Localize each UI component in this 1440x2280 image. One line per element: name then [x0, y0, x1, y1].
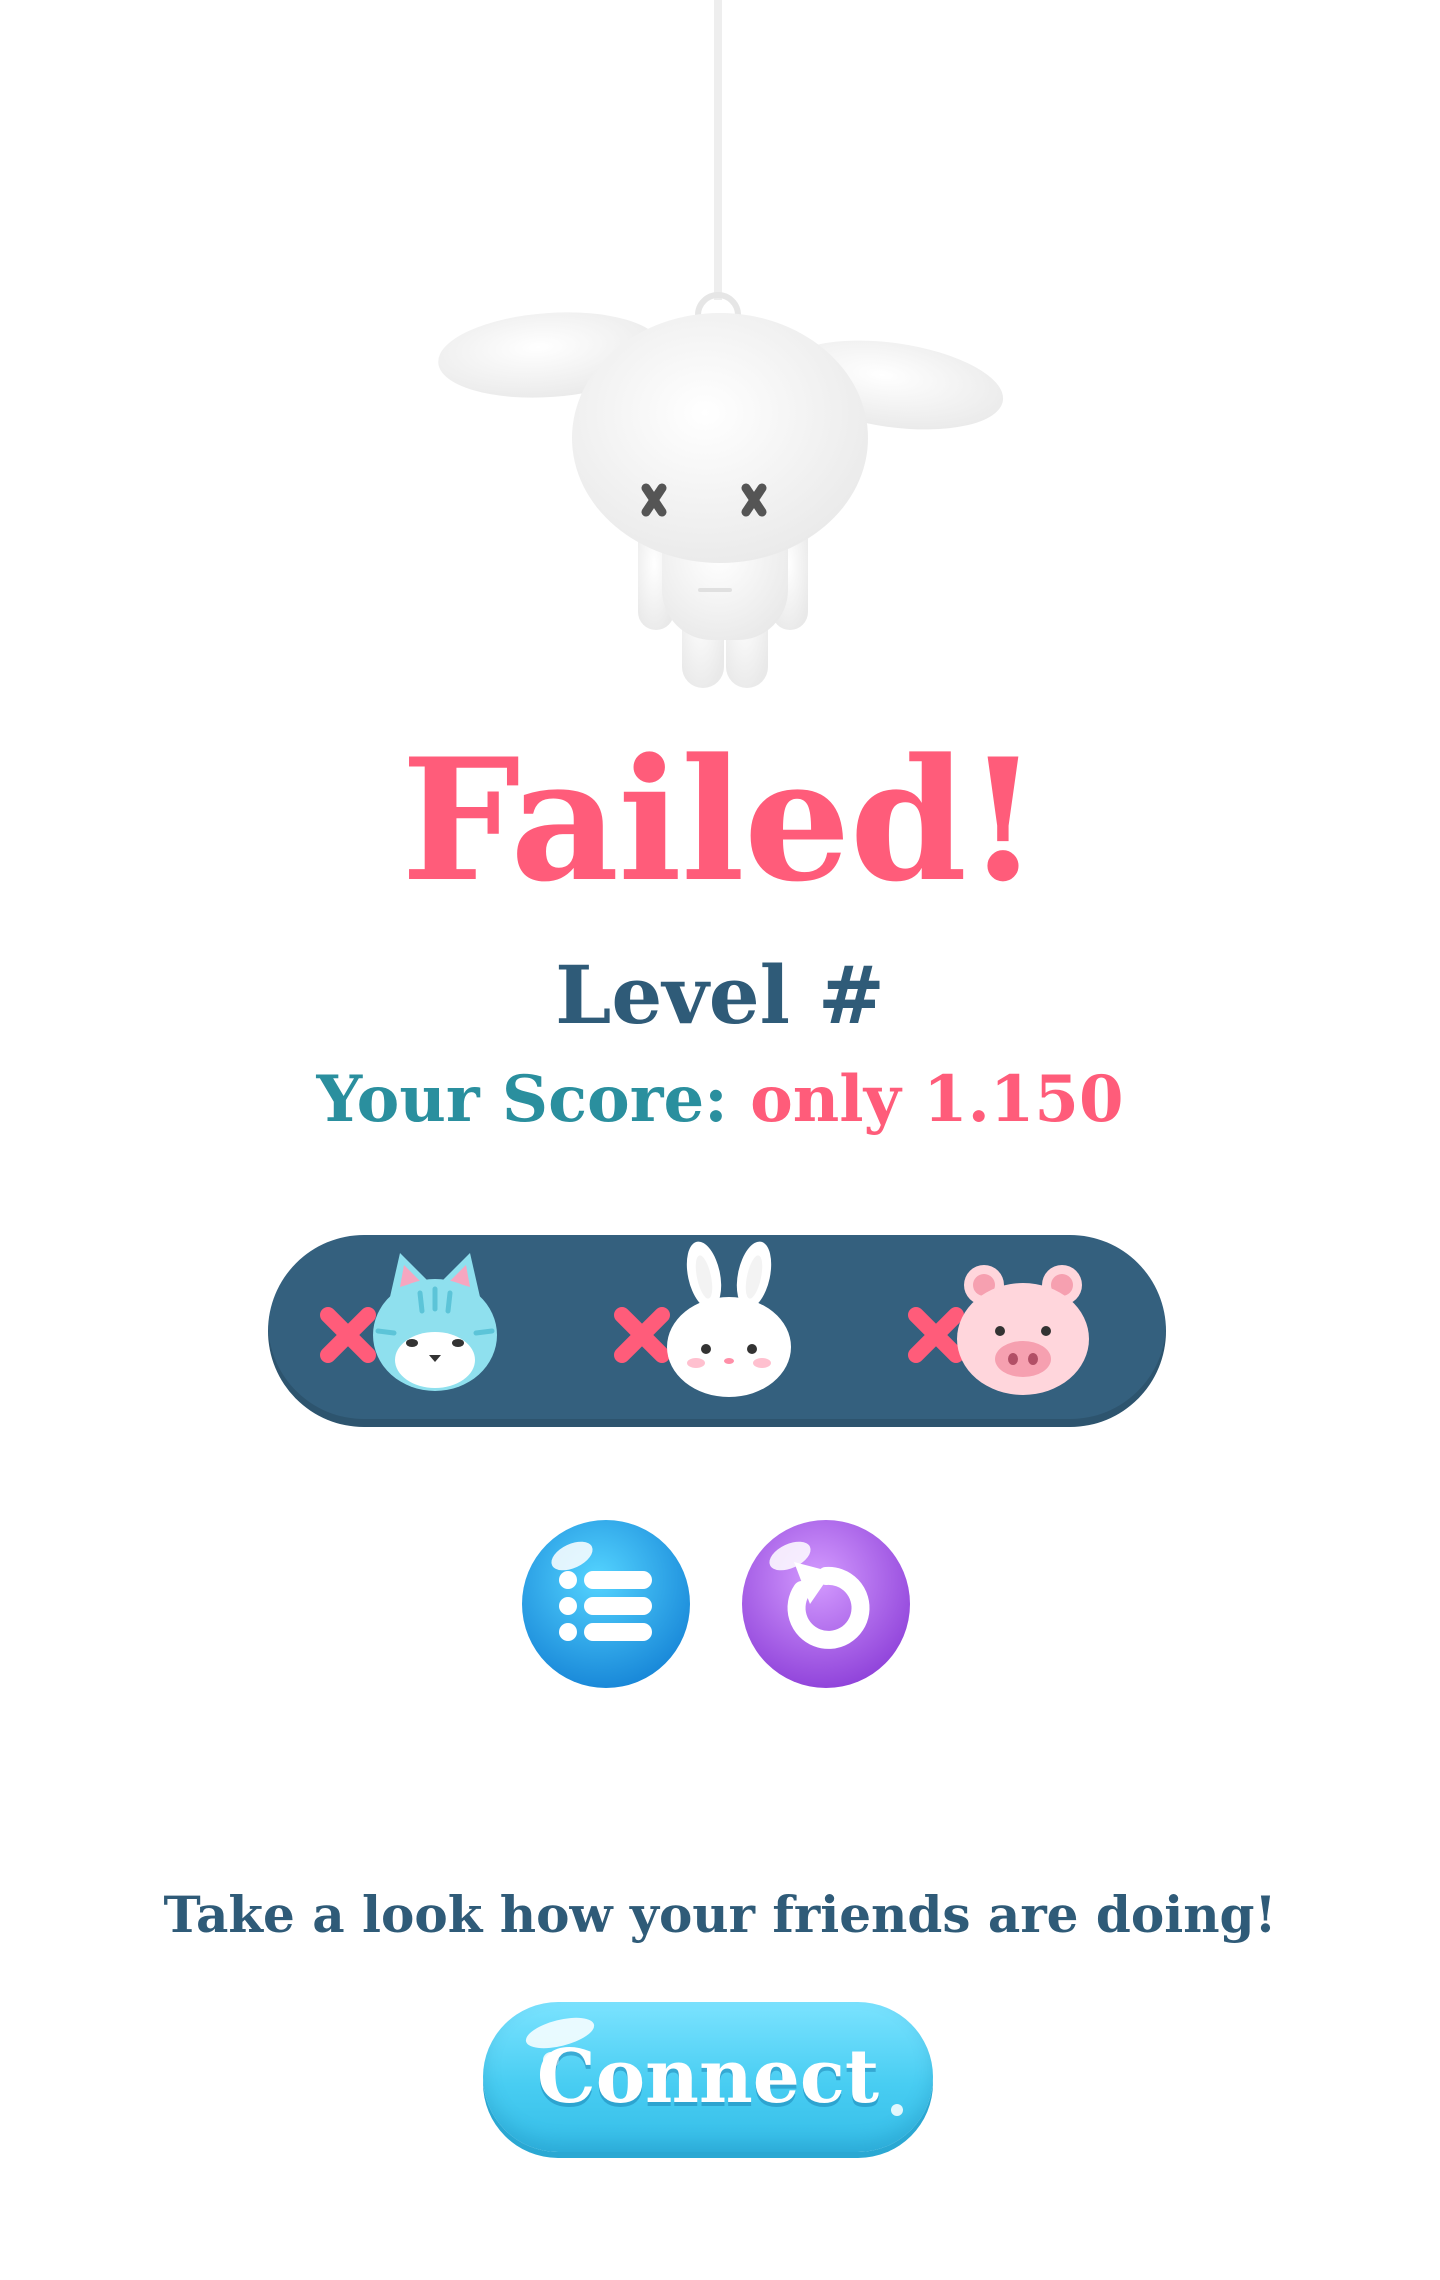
score-value: only 1.150: [750, 1062, 1124, 1137]
x-mark-icon: [320, 1307, 376, 1363]
retry-button[interactable]: [740, 1518, 912, 1690]
x-mark-icon: [908, 1307, 964, 1363]
failed-title: Failed!: [401, 721, 1040, 919]
bunny-face-icon: [667, 1241, 791, 1397]
x-mark-icon: [614, 1307, 670, 1363]
goal-cat: [308, 1235, 528, 1427]
mascot-head: [572, 313, 868, 563]
friends-prompt: Take a look how your friends are doing!: [163, 1885, 1277, 1944]
score-line: Your Score: only 1.150: [0, 1060, 1440, 1140]
hanging-string: [714, 0, 722, 300]
goal-bunny: [602, 1235, 822, 1427]
goal-pig: [896, 1235, 1116, 1427]
goals-panel: [268, 1235, 1166, 1427]
hanging-mascot: [400, 0, 1040, 720]
pig-face-icon: [957, 1265, 1089, 1395]
connect-label: Connect: [536, 2034, 880, 2120]
level-menu-button[interactable]: [520, 1518, 692, 1690]
list-menu-icon: [559, 1571, 652, 1641]
connect-button[interactable]: Connect: [483, 2002, 933, 2152]
score-label: Your Score:: [316, 1062, 728, 1137]
level-label: Level #: [555, 948, 885, 1042]
cat-face-icon: [373, 1253, 497, 1391]
